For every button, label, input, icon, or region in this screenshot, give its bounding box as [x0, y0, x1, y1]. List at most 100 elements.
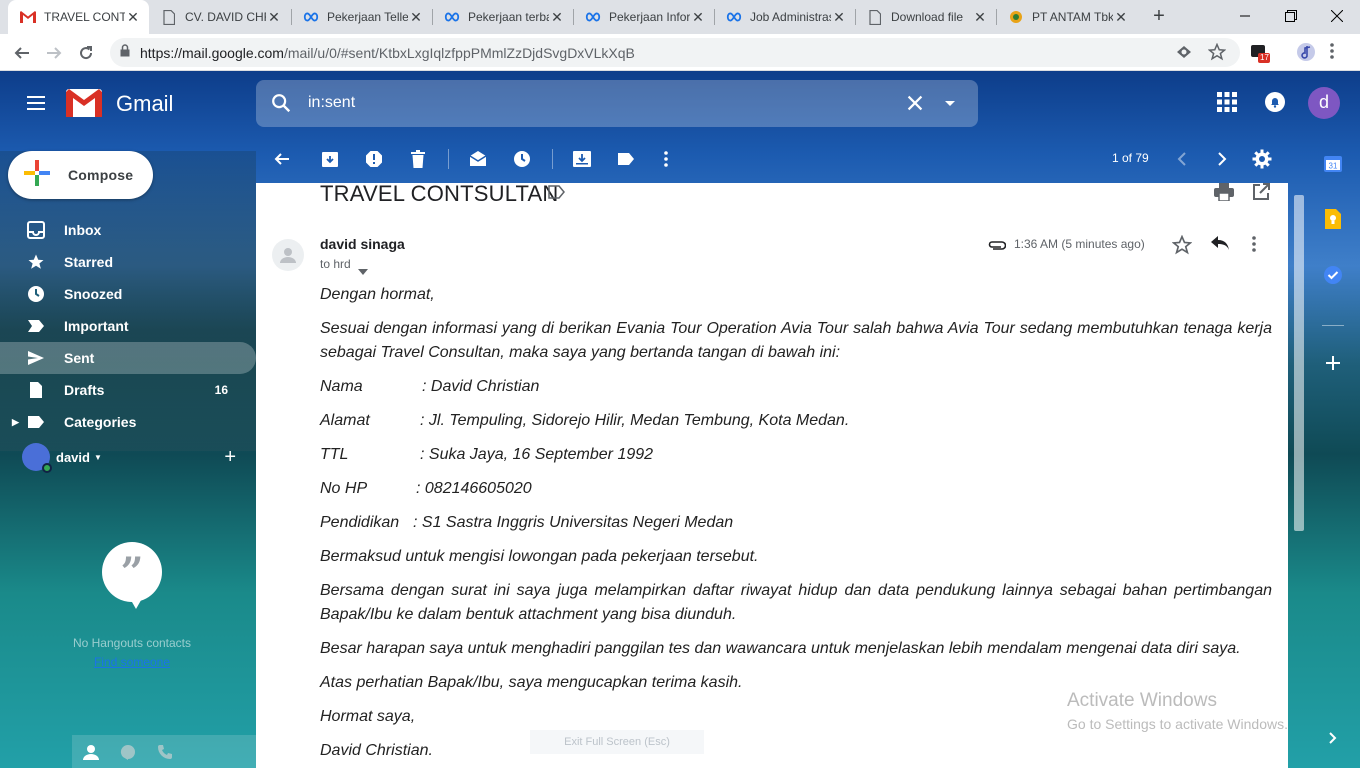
send-icon — [26, 348, 46, 368]
search-icon[interactable] — [270, 92, 292, 119]
chrome-menu-icon[interactable] — [1330, 42, 1334, 65]
show-details-icon[interactable] — [358, 262, 368, 280]
contacts-icon[interactable] — [80, 741, 102, 763]
body-hope: Besar harapan saya untuk menghadiri pang… — [320, 640, 1241, 657]
reload-button[interactable] — [73, 40, 99, 66]
main-menu-button[interactable] — [22, 89, 50, 117]
close-tab-icon[interactable]: ✕ — [1113, 9, 1129, 26]
field-key: Nama — [320, 378, 363, 395]
nav-item-starred[interactable]: Starred — [0, 246, 256, 278]
hide-side-panel-icon[interactable] — [1322, 727, 1344, 749]
expand-arrow-icon[interactable]: ▶ — [12, 417, 19, 428]
mark-unread-icon[interactable] — [468, 149, 488, 169]
conversations-icon[interactable] — [117, 741, 139, 763]
open-new-window-icon[interactable] — [1252, 183, 1270, 206]
fullscreen-hint: Exit Full Screen (Esc) — [530, 730, 704, 754]
compose-button[interactable]: Compose — [8, 151, 153, 199]
forward-button[interactable] — [41, 40, 67, 66]
message-scrollbar[interactable] — [1294, 195, 1304, 531]
account-avatar[interactable]: d — [1308, 87, 1340, 119]
keep-icon[interactable] — [1322, 208, 1344, 230]
field-row: Pendidikan : S1 Sastra Inggris Universita… — [320, 511, 1272, 535]
compose-plus-icon — [24, 159, 50, 191]
close-tab-icon[interactable]: ✕ — [831, 9, 847, 26]
snooze-icon[interactable] — [512, 149, 532, 169]
close-tab-icon[interactable]: ✕ — [690, 9, 706, 26]
print-icon[interactable] — [1214, 183, 1234, 206]
clock-icon — [26, 284, 46, 304]
account-caret-icon[interactable]: ▼ — [94, 453, 102, 462]
newer-icon[interactable] — [1172, 149, 1192, 169]
tab-pekerjaan-teller[interactable]: Pekerjaan Teller ✕ — [291, 0, 432, 34]
field-value: : S1 Sastra Inggris Universitas Negeri M… — [413, 514, 734, 531]
extension-eye-icon[interactable] — [1176, 44, 1192, 65]
report-spam-icon[interactable] — [364, 149, 384, 169]
extension-icon[interactable]: 17 — [1250, 43, 1270, 68]
lock-icon — [120, 43, 130, 62]
field-key: Pendidikan — [320, 514, 400, 531]
star-message-icon[interactable] — [1171, 234, 1193, 260]
add-contact-icon[interactable]: + — [224, 446, 236, 469]
delete-icon[interactable] — [408, 149, 428, 169]
tab-pt-antam[interactable]: PT ANTAM Tbk ✕ — [996, 0, 1137, 34]
close-window-button[interactable] — [1314, 0, 1360, 32]
search-bar[interactable] — [256, 80, 978, 127]
restore-window-button[interactable] — [1268, 0, 1314, 32]
tab-download-file[interactable]: Download file ✕ — [855, 0, 996, 34]
more-actions-icon[interactable] — [656, 149, 676, 169]
calendar-icon[interactable]: 31 — [1322, 152, 1344, 174]
close-tab-icon[interactable]: ✕ — [549, 9, 565, 26]
notifications-icon[interactable] — [1264, 91, 1286, 118]
tasks-icon[interactable] — [1322, 264, 1344, 286]
hangouts-account[interactable]: david ▼ + — [22, 441, 242, 473]
bookmark-star-icon[interactable] — [1207, 42, 1227, 66]
message-more-icon[interactable] — [1252, 235, 1256, 258]
sender-avatar[interactable] — [272, 239, 304, 271]
tab-pekerjaan-terbaru[interactable]: Pekerjaan terbaru ✕ — [432, 0, 573, 34]
tab-title: TRAVEL CONTSULTAN — [44, 10, 125, 24]
label-icon — [26, 412, 46, 432]
nav-item-drafts[interactable]: Drafts 16 — [0, 374, 256, 406]
tab-pekerjaan-informasi[interactable]: Pekerjaan Informasi ✕ — [573, 0, 714, 34]
body-intro: Sesuai dengan informasi yang di berikan … — [320, 320, 1272, 361]
close-tab-icon[interactable]: ✕ — [972, 9, 988, 26]
close-tab-icon[interactable]: ✕ — [125, 9, 141, 26]
nav-item-inbox[interactable]: Inbox — [0, 214, 256, 246]
gmail-logo-icon[interactable] — [66, 89, 102, 117]
label-outline-icon[interactable] — [548, 185, 566, 204]
older-icon[interactable] — [1212, 149, 1232, 169]
profile-icon[interactable] — [1296, 42, 1316, 67]
hangouts-quote-icon: ” — [102, 542, 162, 602]
archive-icon[interactable] — [320, 149, 340, 169]
document-icon — [161, 9, 177, 25]
new-tab-button[interactable]: + — [1148, 5, 1170, 27]
settings-gear-icon[interactable] — [1252, 149, 1272, 169]
tab-title: Pekerjaan terbaru — [468, 10, 549, 24]
back-to-list-icon[interactable] — [272, 149, 292, 169]
back-button[interactable] — [9, 40, 35, 66]
nav-item-important[interactable]: Important — [0, 310, 256, 342]
move-to-icon[interactable] — [572, 149, 592, 169]
reply-icon[interactable] — [1210, 235, 1230, 256]
address-bar[interactable]: https://mail.google.com/mail/u/0/#sent/K… — [110, 38, 1240, 67]
phone-icon[interactable] — [154, 741, 176, 763]
nav-item-snoozed[interactable]: Snoozed — [0, 278, 256, 310]
close-tab-icon[interactable]: ✕ — [266, 9, 282, 26]
nav-item-categories[interactable]: ▶ Categories — [0, 406, 256, 438]
labels-icon[interactable] — [616, 149, 636, 169]
tab-job-administrasi[interactable]: Job Administrasi ✕ — [714, 0, 855, 34]
get-addons-icon[interactable] — [1322, 352, 1344, 374]
nav-label: Inbox — [64, 222, 102, 238]
search-input[interactable] — [308, 94, 868, 112]
search-options-icon[interactable] — [940, 92, 960, 119]
minimize-window-button[interactable] — [1222, 0, 1268, 32]
nav-item-sent[interactable]: Sent — [0, 342, 256, 374]
tab-cv-david[interactable]: CV. DAVID CHRISTIAN ✕ — [149, 0, 290, 34]
hangouts-account-name: david — [56, 449, 90, 465]
activate-windows-watermark: Activate Windows Go to Settings to activ… — [1067, 690, 1288, 732]
close-tab-icon[interactable]: ✕ — [408, 9, 424, 26]
clear-search-icon[interactable] — [904, 92, 926, 119]
google-apps-icon[interactable] — [1216, 91, 1238, 118]
find-someone-link[interactable]: Find someone — [0, 655, 264, 669]
tab-travel-consultan[interactable]: TRAVEL CONTSULTAN ✕ — [8, 0, 149, 34]
